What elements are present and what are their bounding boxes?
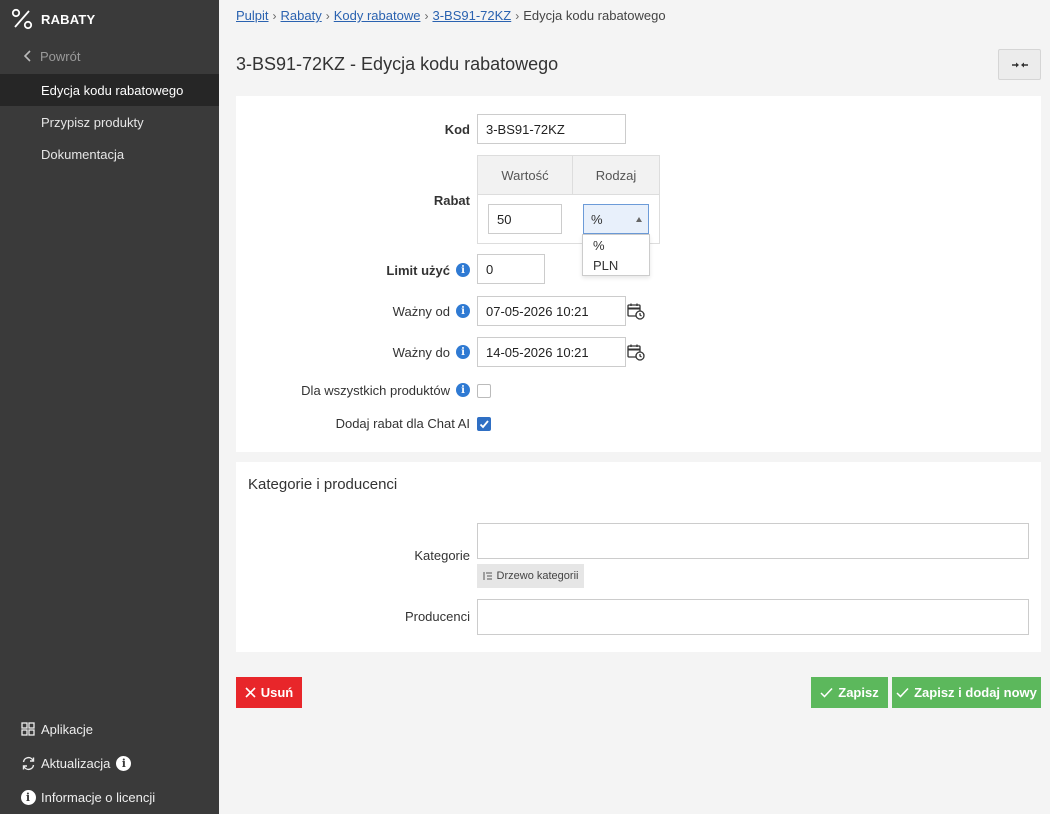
chat-ai-checkbox[interactable] [477, 417, 491, 431]
info-icon[interactable]: i [456, 304, 470, 318]
percent-icon [11, 8, 33, 30]
chat-ai-label: Dodaj rabat dla Chat AI [335, 415, 470, 431]
calendar-clock-icon[interactable] [627, 302, 645, 320]
dropdown-option-pln[interactable]: PLN [583, 255, 649, 275]
discount-value-input[interactable]: 50 [488, 204, 562, 234]
producers-label: Producenci [404, 608, 470, 624]
breadcrumb-separator: › [515, 9, 520, 23]
close-icon [245, 687, 256, 698]
back-label: Powrót [40, 48, 81, 64]
breadcrumb-link-code[interactable]: 3-BS91-72KZ [432, 8, 511, 23]
valid-to-label: Ważny do i [393, 344, 470, 360]
code-label: Kod [444, 121, 470, 137]
collapse-button[interactable] [998, 49, 1041, 80]
section-title: Kategorie i producenci [248, 476, 398, 493]
license-label: Informacje o licencji [41, 789, 156, 805]
all-products-label: Dla wszystkich produktów i [301, 382, 470, 398]
valid-from-label: Ważny od i [393, 303, 470, 319]
breadcrumb-link-codes[interactable]: Kody rabatowe [334, 8, 421, 23]
sidebar-item-documentation[interactable]: Dokumentacja [0, 138, 219, 170]
discount-value-header: Wartość [478, 156, 573, 194]
categories-label: Kategorie [414, 547, 470, 563]
check-icon [896, 687, 909, 698]
breadcrumb-separator: › [272, 9, 277, 23]
usage-limit-input[interactable]: 0 [477, 254, 545, 284]
breadcrumb-link-dashboard[interactable]: Pulpit [236, 8, 269, 23]
apps-label: Aplikacje [41, 721, 94, 737]
refresh-icon [20, 755, 36, 771]
discount-type-dropdown: % PLN [582, 234, 650, 276]
categories-input[interactable] [477, 523, 1029, 559]
valid-to-input[interactable]: 14-05-2026 10:21 [477, 337, 626, 367]
breadcrumb-link-discounts[interactable]: Rabaty [281, 8, 322, 23]
code-input[interactable]: 3-BS91-72KZ [477, 114, 626, 144]
sidebar: RABATY Powrót Edycja kodu rabatowego Prz… [0, 0, 219, 814]
brand[interactable]: RABATY [0, 0, 219, 38]
sidebar-item-updates[interactable]: Aktualizacja i [0, 746, 219, 780]
delete-button[interactable]: Usuń [236, 677, 302, 708]
sidebar-item-label: Dokumentacja [41, 146, 125, 162]
discount-type-select[interactable]: % [583, 204, 649, 234]
info-circle-icon: i [20, 789, 36, 805]
discount-label: Rabat [433, 192, 470, 208]
page-title: 3-BS91-72KZ - Edycja kodu rabatowego [236, 54, 559, 74]
info-icon[interactable]: i [116, 755, 132, 771]
chevron-left-icon [24, 50, 40, 62]
all-products-checkbox[interactable] [477, 384, 491, 398]
categories-panel: Kategorie i producenci Kategorie Drzewo … [236, 462, 1041, 652]
producers-input[interactable] [477, 599, 1029, 635]
info-icon[interactable]: i [456, 383, 470, 397]
discount-type-header: Rodzaj [595, 167, 637, 183]
save-button[interactable]: Zapisz [811, 677, 888, 708]
breadcrumb: Pulpit › Rabaty › Kody rabatowe › 3-BS91-72KZ ›… [236, 8, 666, 23]
sidebar-item-apps[interactable]: Aplikacje [0, 712, 219, 746]
breadcrumb-current: Edycja kodu rabatowego [523, 8, 666, 23]
main-content: Pulpit › Rabaty › Kody rabatowe › 3-BS91-72KZ ›… [219, 0, 1050, 814]
category-tree-button[interactable]: Drzewo kategorii [477, 564, 584, 588]
sidebar-item-label: Edycja kodu rabatowego [41, 82, 184, 98]
sidebar-item-label: Przypisz produkty [41, 114, 144, 130]
tree-list-icon [483, 572, 492, 580]
brand-title: RABATY [41, 11, 96, 27]
sidebar-bottom: Aplikacje Aktualizacja i i Informacje o … [0, 712, 219, 814]
save-and-new-button[interactable]: Zapisz i dodaj nowy [892, 677, 1041, 708]
check-icon [479, 420, 489, 429]
updates-label: Aktualizacja [41, 755, 111, 771]
discount-form-panel: Kod 3-BS91-72KZ Rabat Wartość Rodzaj 50 … [236, 96, 1041, 452]
check-icon [820, 687, 833, 698]
breadcrumb-separator: › [424, 9, 429, 23]
valid-from-input[interactable]: 07-05-2026 10:21 [477, 296, 626, 326]
sidebar-item-assign-products[interactable]: Przypisz produkty [0, 106, 219, 138]
collapse-arrows-icon [1011, 57, 1028, 72]
info-icon[interactable]: i [456, 263, 470, 277]
sidebar-item-license[interactable]: i Informacje o licencji [0, 780, 219, 814]
usage-limit-label: Limit użyć i [386, 262, 470, 278]
back-link[interactable]: Powrót [0, 38, 219, 74]
sidebar-item-edit-code[interactable]: Edycja kodu rabatowego [0, 74, 219, 106]
breadcrumb-separator: › [325, 9, 330, 23]
calendar-clock-icon[interactable] [627, 343, 645, 361]
caret-up-icon [636, 217, 642, 222]
dropdown-option-percent[interactable]: % [583, 235, 649, 255]
info-icon[interactable]: i [456, 345, 470, 359]
grid-icon [20, 721, 36, 737]
